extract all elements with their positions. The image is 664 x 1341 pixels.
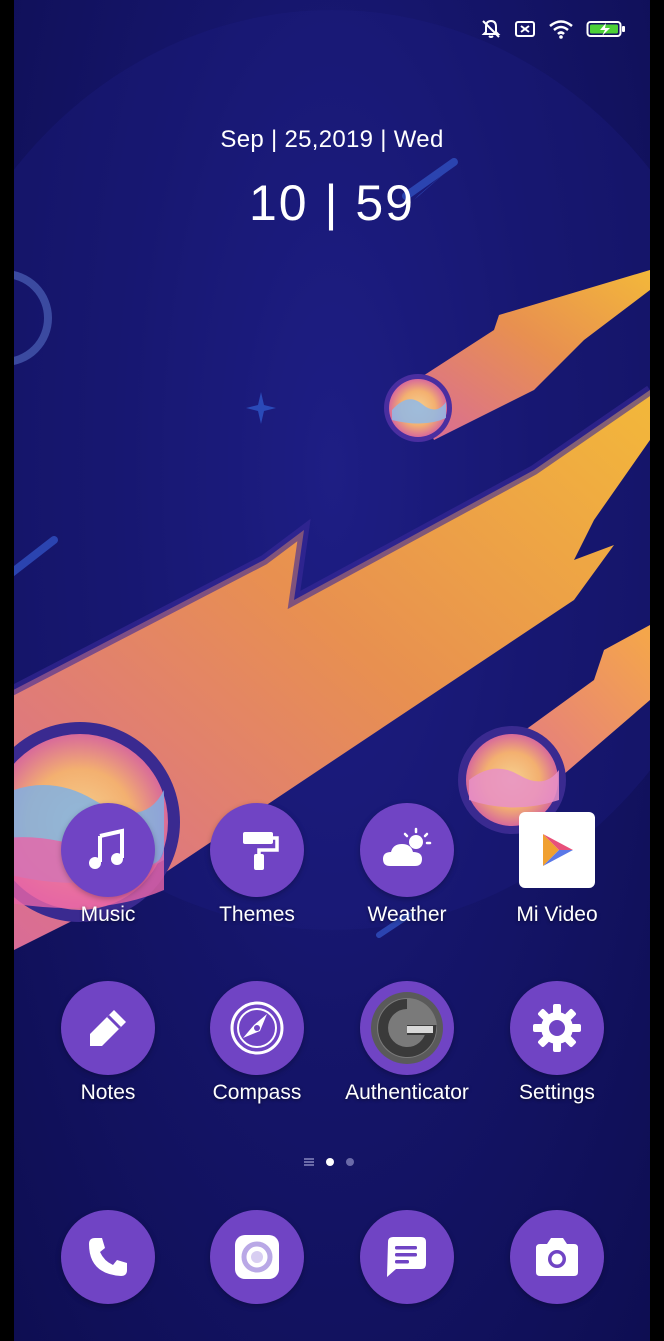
dock-icon-circle[interactable] xyxy=(61,1210,155,1304)
battery-charging-icon xyxy=(586,21,625,37)
app-themes[interactable]: Themes xyxy=(187,803,327,927)
dock-icon-circle[interactable] xyxy=(510,1210,604,1304)
gear-icon xyxy=(533,1004,581,1052)
app-mi-video[interactable]: Mi Video xyxy=(487,803,627,927)
weather-cloud-sun-icon xyxy=(383,827,432,866)
app-label: Weather xyxy=(367,903,447,926)
app-label: Themes xyxy=(219,903,295,926)
app-compass[interactable]: Compass xyxy=(187,981,327,1105)
dock-icon-circle[interactable] xyxy=(360,1210,454,1304)
app-settings[interactable]: Settings xyxy=(487,981,627,1105)
app-authenticator[interactable]: Authenticator xyxy=(337,981,477,1105)
app-weather[interactable]: Weather xyxy=(337,803,477,927)
authenticator-g-icon xyxy=(371,992,443,1064)
app-icon-circle[interactable] xyxy=(360,981,454,1075)
clock-time[interactable]: 10 | 59 xyxy=(14,174,650,232)
status-bar xyxy=(480,16,626,42)
no-sim-icon xyxy=(515,21,535,37)
silent-bell-icon xyxy=(481,19,501,38)
app-icon-circle[interactable] xyxy=(360,803,454,897)
page-indicator[interactable] xyxy=(304,1158,354,1166)
dock-camera[interactable] xyxy=(487,1210,627,1304)
date-label: Sep | 25,2019 | Wed xyxy=(220,126,444,153)
pen-icon xyxy=(90,1010,126,1046)
mi-video-tile xyxy=(519,812,595,888)
dock-icon-circle[interactable] xyxy=(210,1210,304,1304)
wifi-icon xyxy=(549,20,573,39)
camera-icon xyxy=(536,1238,578,1276)
browser-icon xyxy=(235,1235,279,1279)
app-music[interactable]: Music xyxy=(38,803,178,927)
app-label: Compass xyxy=(212,1081,302,1104)
app-label: Authenticator xyxy=(345,1081,469,1104)
app-icon-circle[interactable] xyxy=(210,803,304,897)
paint-roller-icon xyxy=(243,832,279,870)
app-icon-circle[interactable] xyxy=(61,981,155,1075)
music-note-icon xyxy=(89,828,124,869)
play-triangle-icon xyxy=(543,834,573,866)
dock-browser[interactable] xyxy=(187,1210,327,1304)
feed-page-indicator[interactable] xyxy=(304,1158,314,1166)
app-label: Settings xyxy=(519,1081,595,1104)
dock-messages[interactable] xyxy=(337,1210,477,1304)
messages-icon xyxy=(387,1237,426,1277)
app-label: Music xyxy=(80,903,136,926)
app-icon-circle[interactable] xyxy=(510,981,604,1075)
app-label: Notes xyxy=(80,1081,136,1104)
dock-phone[interactable] xyxy=(38,1210,178,1304)
page-dot-active[interactable] xyxy=(326,1158,334,1166)
compass-icon xyxy=(230,1001,284,1055)
home-screen: Sep | 25,2019 | Wed 10 | 59 Music Themes xyxy=(14,0,650,1341)
app-notes[interactable]: Notes xyxy=(38,981,178,1105)
app-icon-circle[interactable] xyxy=(210,981,304,1075)
app-label: Mi Video xyxy=(516,903,598,926)
app-icon-circle[interactable] xyxy=(510,803,604,897)
app-icon-circle[interactable] xyxy=(61,803,155,897)
phone-icon xyxy=(89,1238,127,1276)
page-dot[interactable] xyxy=(346,1158,354,1166)
